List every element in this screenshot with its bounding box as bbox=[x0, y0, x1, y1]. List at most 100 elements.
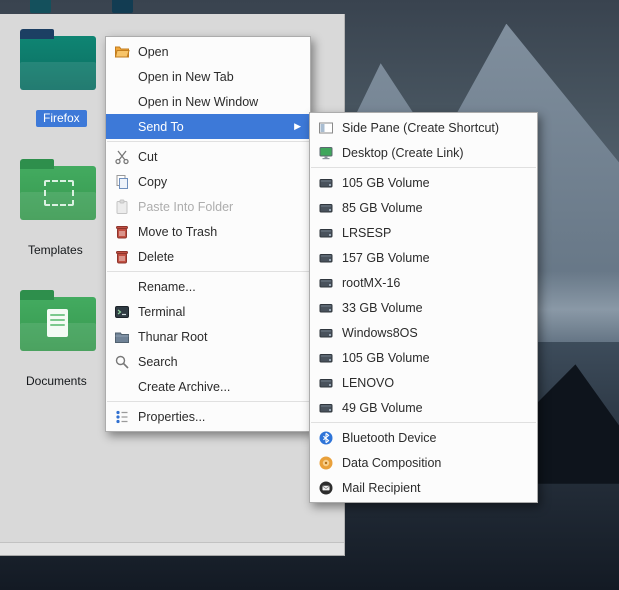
document-emblem-line bbox=[50, 319, 65, 321]
documents-folder-icon[interactable] bbox=[20, 297, 96, 351]
screen: Firefox Templates Documents Open Open in… bbox=[0, 0, 619, 590]
submenu-item-volume[interactable]: rootMX-16 bbox=[310, 270, 537, 295]
context-menu: Open Open in New Tab Open in New Window … bbox=[105, 36, 311, 432]
icon-spacer bbox=[113, 279, 130, 295]
terminal-icon bbox=[113, 304, 130, 320]
icon-spacer bbox=[113, 379, 130, 395]
trash-icon bbox=[113, 224, 130, 240]
submenu-item-bluetooth[interactable]: Bluetooth Device bbox=[310, 425, 537, 450]
menu-item-open-new-tab[interactable]: Open in New Tab bbox=[106, 64, 310, 89]
mail-icon bbox=[317, 480, 334, 496]
menu-item-label: Thunar Root bbox=[138, 330, 207, 344]
menu-separator bbox=[311, 422, 536, 423]
submenu-item-label: Bluetooth Device bbox=[342, 431, 437, 445]
menu-separator bbox=[311, 167, 536, 168]
burn-disc-icon bbox=[317, 455, 334, 471]
submenu-item-volume[interactable]: Windows8OS bbox=[310, 320, 537, 345]
menu-item-terminal[interactable]: Terminal bbox=[106, 299, 310, 324]
submenu-item-volume[interactable]: 105 GB Volume bbox=[310, 170, 537, 195]
submenu-item-volume[interactable]: LENOVO bbox=[310, 370, 537, 395]
magnifier-icon bbox=[113, 354, 130, 370]
documents-folder-label[interactable]: Documents bbox=[26, 374, 87, 388]
menu-item-label: Cut bbox=[138, 150, 157, 164]
submenu-item-label: 105 GB Volume bbox=[342, 351, 430, 365]
menu-item-label: Open in New Window bbox=[138, 95, 258, 109]
menu-item-search[interactable]: Search bbox=[106, 349, 310, 374]
drive-icon bbox=[317, 400, 334, 416]
copy-icon bbox=[113, 174, 130, 190]
menu-item-open[interactable]: Open bbox=[106, 39, 310, 64]
submenu-item-label: LENOVO bbox=[342, 376, 394, 390]
menu-item-label: Rename... bbox=[138, 280, 196, 294]
menu-item-move-to-trash[interactable]: Move to Trash bbox=[106, 219, 310, 244]
submenu-item-side-pane[interactable]: Side Pane (Create Shortcut) bbox=[310, 115, 537, 140]
properties-icon bbox=[113, 409, 130, 425]
document-emblem-line bbox=[50, 314, 65, 316]
submenu-item-desktop-link[interactable]: Desktop (Create Link) bbox=[310, 140, 537, 165]
firefox-folder-label[interactable]: Firefox bbox=[36, 110, 87, 127]
drive-icon bbox=[317, 275, 334, 291]
menu-separator bbox=[107, 141, 309, 142]
menu-item-delete[interactable]: Delete bbox=[106, 244, 310, 269]
submenu-item-volume[interactable]: 49 GB Volume bbox=[310, 395, 537, 420]
icon-spacer bbox=[113, 69, 130, 85]
send-to-submenu: Side Pane (Create Shortcut) Desktop (Cre… bbox=[309, 112, 538, 503]
document-emblem-line bbox=[50, 324, 65, 326]
templates-folder-label[interactable]: Templates bbox=[28, 243, 83, 257]
menu-item-send-to[interactable]: Send To ▶ bbox=[106, 114, 310, 139]
submenu-item-volume[interactable]: 105 GB Volume bbox=[310, 345, 537, 370]
menu-item-create-archive[interactable]: Create Archive... bbox=[106, 374, 310, 399]
window-bottom-edge bbox=[0, 542, 344, 555]
document-emblem bbox=[47, 309, 68, 337]
menu-item-label: Delete bbox=[138, 250, 174, 264]
submenu-item-volume[interactable]: 157 GB Volume bbox=[310, 245, 537, 270]
submenu-item-volume[interactable]: 33 GB Volume bbox=[310, 295, 537, 320]
trash-icon bbox=[113, 249, 130, 265]
drive-icon bbox=[317, 175, 334, 191]
drive-icon bbox=[317, 250, 334, 266]
menu-item-cut[interactable]: Cut bbox=[106, 144, 310, 169]
partial-folder-icon bbox=[30, 0, 51, 13]
submenu-item-mail-recipient[interactable]: Mail Recipient bbox=[310, 475, 537, 500]
menu-item-label: Move to Trash bbox=[138, 225, 217, 239]
scissors-icon bbox=[113, 149, 130, 165]
submenu-item-label: Desktop (Create Link) bbox=[342, 146, 464, 160]
submenu-item-label: Data Composition bbox=[342, 456, 441, 470]
icon-spacer bbox=[113, 119, 130, 135]
submenu-arrow-icon: ▶ bbox=[294, 122, 301, 131]
menu-item-paste-into-folder[interactable]: Paste Into Folder bbox=[106, 194, 310, 219]
menu-item-label: Open bbox=[138, 45, 169, 59]
submenu-item-label: Side Pane (Create Shortcut) bbox=[342, 121, 499, 135]
menu-item-label: Open in New Tab bbox=[138, 70, 234, 84]
menu-separator bbox=[107, 271, 309, 272]
submenu-item-label: Mail Recipient bbox=[342, 481, 421, 495]
dashed-template-emblem bbox=[44, 180, 74, 206]
templates-folder-icon[interactable] bbox=[20, 166, 96, 220]
menu-item-rename[interactable]: Rename... bbox=[106, 274, 310, 299]
submenu-item-label: 33 GB Volume bbox=[342, 301, 423, 315]
submenu-item-volume[interactable]: LRSESP bbox=[310, 220, 537, 245]
drive-icon bbox=[317, 200, 334, 216]
drive-icon bbox=[317, 225, 334, 241]
open-folder-icon bbox=[113, 44, 130, 60]
submenu-item-volume[interactable]: 85 GB Volume bbox=[310, 195, 537, 220]
drive-icon bbox=[317, 350, 334, 366]
side-pane-icon bbox=[317, 120, 334, 136]
menu-item-thunar-root[interactable]: Thunar Root bbox=[106, 324, 310, 349]
submenu-item-label: 157 GB Volume bbox=[342, 251, 430, 265]
submenu-item-label: Windows8OS bbox=[342, 326, 418, 340]
menu-item-label: Terminal bbox=[138, 305, 185, 319]
firefox-folder-icon[interactable] bbox=[20, 36, 96, 90]
submenu-item-label: 105 GB Volume bbox=[342, 176, 430, 190]
menu-item-copy[interactable]: Copy bbox=[106, 169, 310, 194]
menu-item-open-new-window[interactable]: Open in New Window bbox=[106, 89, 310, 114]
submenu-item-label: 49 GB Volume bbox=[342, 401, 423, 415]
drive-icon bbox=[317, 300, 334, 316]
submenu-item-data-composition[interactable]: Data Composition bbox=[310, 450, 537, 475]
menu-separator bbox=[107, 401, 309, 402]
icon-spacer bbox=[113, 94, 130, 110]
clipboard-icon bbox=[113, 199, 130, 215]
menu-item-label: Paste Into Folder bbox=[138, 200, 233, 214]
drive-icon bbox=[317, 375, 334, 391]
menu-item-properties[interactable]: Properties... bbox=[106, 404, 310, 429]
